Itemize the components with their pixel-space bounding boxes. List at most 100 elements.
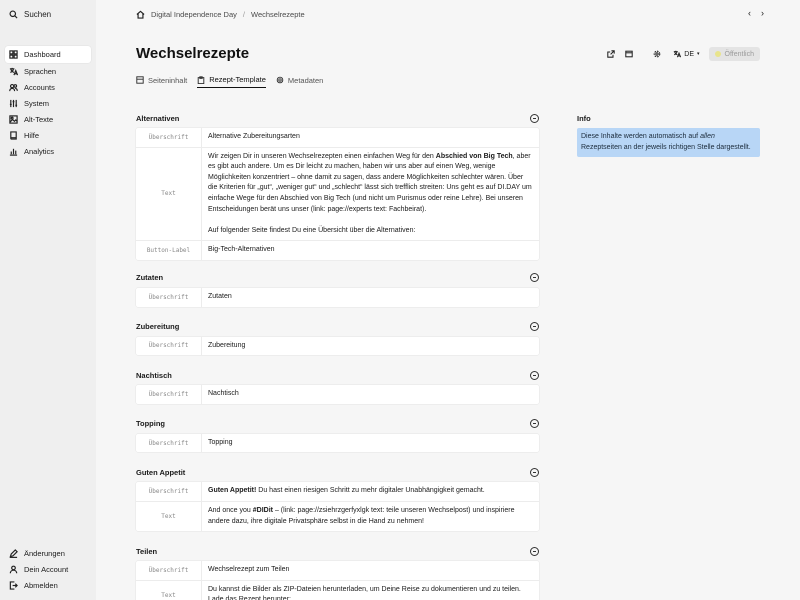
status-button[interactable]: Öffentlich (708, 47, 760, 61)
sidebar-item-aenderungen[interactable]: Änderungen (5, 546, 91, 561)
sidebar-item-label: Sprachen (24, 67, 57, 76)
section-header: Teilen (136, 541, 539, 561)
field-row: Text Du kannst die Bilder als ZIP-Dateie… (136, 580, 539, 600)
section-title: Guten Appetit (136, 467, 186, 477)
sidebar-item-abmelden[interactable]: Abmelden (5, 578, 91, 593)
sidebar-item-label: Alt-Texte (24, 115, 54, 124)
field-value[interactable]: Zubereitung (202, 337, 539, 356)
info-title: Info (577, 113, 591, 123)
section-zutaten: Zutaten Überschrift Zutaten (136, 268, 539, 307)
section-alternativen: Alternativen Überschrift Alternative Zub… (136, 108, 539, 260)
tab-label: Rezept-Template (209, 75, 266, 84)
field-value[interactable]: Zutaten (202, 288, 539, 307)
field-box: Überschrift Topping (136, 433, 539, 453)
settings-button[interactable] (650, 47, 664, 61)
info-emphasis: allen (700, 133, 715, 140)
field-value[interactable]: Big-Tech-Alternativen (202, 241, 539, 260)
image-icon (9, 115, 18, 124)
section-header: Topping (136, 414, 539, 434)
sidebar-item-accounts[interactable]: Accounts (5, 80, 91, 95)
translate-icon (9, 67, 18, 76)
breadcrumb-site[interactable]: Digital Independence Day (151, 10, 237, 19)
field-row: Überschrift Nachtisch (136, 385, 539, 404)
chevron-right-icon[interactable]: › (761, 8, 764, 18)
section-header: Nachtisch (136, 365, 539, 385)
external-link-icon (607, 50, 616, 58)
grid-icon (9, 50, 18, 59)
field-row: Text Wir zeigen Dir in unseren Wechselre… (136, 147, 539, 242)
open-external-button[interactable] (604, 47, 618, 61)
field-box: Überschrift Zubereitung (136, 336, 539, 356)
sidebar-item-hilfe[interactable]: Hilfe (5, 128, 91, 143)
sidebar-item-analytics[interactable]: Analytics (5, 144, 91, 159)
text-paragraph: Wir zeigen Dir in unseren Wechselrezepte… (208, 152, 532, 213)
tab-seiteninhalt[interactable]: Seiteninhalt (136, 72, 187, 88)
section-header: Zubereitung (136, 317, 539, 337)
field-label: Überschrift (136, 287, 202, 307)
sidebar-item-dein-account[interactable]: Dein Account (5, 562, 91, 577)
language-select[interactable]: DE ▾ (668, 47, 704, 61)
collapse-icon[interactable] (530, 467, 539, 477)
sidebar-item-label: Dashboard (24, 50, 61, 59)
section-title: Alternativen (136, 113, 180, 123)
section-nachtisch: Nachtisch Überschrift Nachtisch (136, 365, 539, 404)
sidebar-bottom: Änderungen Dein Account Abmelden (5, 546, 91, 594)
search-button[interactable]: Suchen (5, 6, 91, 22)
logout-icon (9, 581, 18, 590)
sidebar-item-label: Änderungen (24, 549, 65, 558)
chevron-left-icon[interactable]: ‹ (748, 8, 751, 18)
info-text: Rezeptseiten an der jeweils richtigen St… (581, 143, 751, 151)
section-header: Zutaten (136, 268, 539, 288)
info-panel: Info Diese Inhalte werden automatisch au… (577, 108, 760, 157)
field-label: Überschrift (136, 336, 202, 356)
field-row: Button-Label Big-Tech-Alternativen (136, 241, 539, 260)
field-label: Überschrift (136, 433, 202, 453)
collapse-icon[interactable] (530, 546, 539, 556)
tab-rezept-template[interactable]: Rezept-Template (197, 72, 266, 88)
collapse-icon[interactable] (530, 370, 539, 380)
field-value[interactable]: Du kannst die Bilder als ZIP-Dateien her… (202, 581, 539, 600)
collapse-icon[interactable] (530, 113, 539, 123)
field-value[interactable]: Nachtisch (202, 385, 539, 404)
sidebar-item-label: Dein Account (24, 565, 69, 574)
tabs: Seiteninhalt Rezept-Template Metadaten (136, 72, 323, 88)
sidebar-item-label: System (24, 99, 50, 108)
field-label: Überschrift (136, 482, 202, 501)
field-box: Überschrift Nachtisch (136, 385, 539, 404)
field-value[interactable]: Topping (202, 434, 539, 453)
field-value[interactable]: Wir zeigen Dir in unseren Wechselrezepte… (202, 148, 539, 241)
collapse-icon[interactable] (530, 419, 539, 429)
main-area: Digital Independence Day / Wechselrezept… (96, 0, 800, 600)
home-icon[interactable] (136, 10, 145, 19)
sidebar-item-system[interactable]: System (5, 96, 91, 111)
tab-metadaten[interactable]: Metadaten (276, 72, 323, 88)
chevron-down-icon: ▾ (697, 51, 700, 57)
sidebar-item-alt-texte[interactable]: Alt-Texte (5, 112, 91, 127)
section-header: Alternativen (136, 108, 539, 128)
field-row: Text And once you #DIDit – (link: page:/… (136, 501, 539, 532)
field-value[interactable]: And once you #DIDit – (link: page://zsie… (202, 502, 539, 531)
info-text: Diese Inhalte werden automatisch auf (581, 133, 701, 140)
preview-button[interactable] (622, 47, 636, 61)
collapse-icon[interactable] (530, 273, 539, 283)
section-title: Topping (136, 419, 166, 429)
field-value[interactable]: Guten Appetit! Du hast einen riesigen Sc… (202, 482, 539, 501)
collapse-icon[interactable] (530, 322, 539, 332)
field-value[interactable]: Alternative Zubereitungsarten (202, 128, 539, 147)
sidebar-nav: Dashboard Sprachen Accounts System Alt-T… (5, 46, 91, 159)
content-sections: Alternativen Überschrift Alternative Zub… (136, 108, 539, 600)
sidebar-item-dashboard[interactable]: Dashboard (5, 46, 91, 63)
section-topping: Topping Überschrift Topping (136, 414, 539, 453)
chart-icon (9, 147, 18, 156)
search-icon (9, 9, 18, 19)
field-label: Text (136, 147, 202, 241)
breadcrumb-page[interactable]: Wechselrezepte (251, 10, 305, 19)
field-box: Überschrift Guten Appetit! Du hast einen… (136, 482, 539, 532)
field-label: Text (136, 580, 202, 600)
sidebar-item-label: Hilfe (24, 131, 40, 140)
field-row: Überschrift Wechselrezept zum Teilen (136, 561, 539, 581)
language-label: DE (684, 50, 695, 58)
breadcrumb: Digital Independence Day / Wechselrezept… (136, 8, 770, 20)
field-value[interactable]: Wechselrezept zum Teilen (202, 561, 539, 580)
sidebar-item-sprachen[interactable]: Sprachen (5, 64, 91, 79)
